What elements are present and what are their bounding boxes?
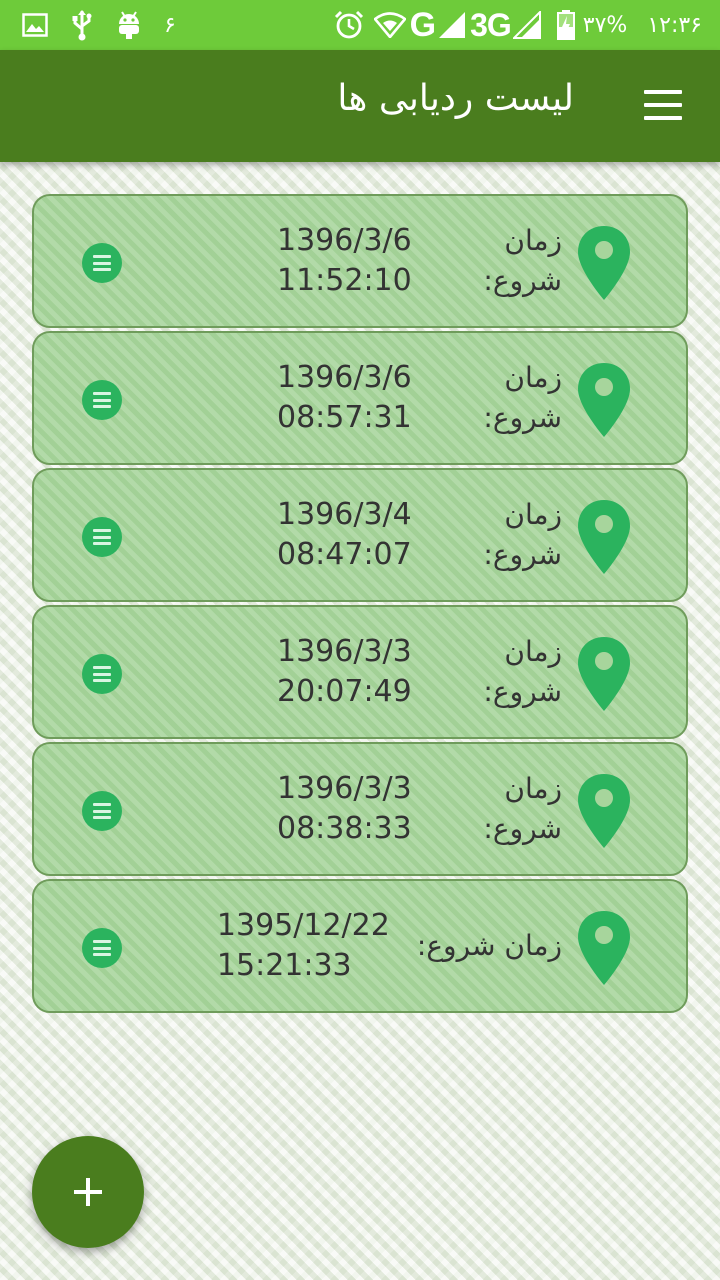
track-item[interactable]: زمان شروع: 1395/12/22 15:21:33 (32, 879, 688, 1013)
track-item[interactable]: زمان شروع: 1396/3/6 11:52:10 (32, 194, 688, 328)
page-title: لیست ردیابی ها (337, 78, 574, 119)
options-menu-icon[interactable] (82, 928, 122, 968)
options-menu-icon[interactable] (82, 791, 122, 831)
track-start-time: زمان شروع: 1396/3/6 08:57:31 (142, 333, 562, 463)
signal-icon-1 (438, 11, 466, 39)
track-start-time: زمان شروع: 1395/12/22 15:21:33 (142, 881, 562, 1011)
track-start-time: زمان شروع: 1396/3/3 08:38:33 (142, 744, 562, 874)
gallery-notification-icon (22, 13, 48, 37)
start-time-value: 1396/3/3 20:07:49 (276, 634, 412, 709)
options-menu-icon[interactable] (82, 654, 122, 694)
track-item[interactable]: زمان شروع: 1396/3/6 08:57:31 (32, 331, 688, 465)
status-left-icons: ۶ (22, 9, 176, 41)
android-debug-icon (116, 10, 142, 40)
status-right-icons: G 3G ۳۷% ۱۲:۳۶ (324, 6, 702, 45)
start-time-label: زمان شروع: (483, 361, 562, 434)
options-menu-icon[interactable] (82, 380, 122, 420)
app-bar: لیست ردیابی ها (0, 50, 720, 162)
start-time-value: 1396/3/6 11:52:10 (276, 223, 412, 298)
battery-percent: ۳۷% (582, 12, 628, 38)
track-list: زمان شروع: 1396/3/6 11:52:10 زمان شروع: … (32, 194, 688, 1016)
add-track-button[interactable] (32, 1136, 144, 1248)
options-menu-icon[interactable] (82, 517, 122, 557)
options-menu-icon[interactable] (82, 243, 122, 283)
track-start-time: زمان شروع: 1396/3/3 20:07:49 (142, 607, 562, 737)
start-time-value: 1396/3/6 08:57:31 (276, 360, 412, 435)
wifi-icon (373, 12, 406, 38)
network-3g-label: 3G (470, 6, 512, 43)
location-pin-icon (578, 226, 630, 300)
clock: ۱۲:۳۶ (647, 12, 702, 38)
start-time-value: 1396/3/4 08:47:07 (276, 497, 412, 572)
status-bar: ۶ G 3G ۳۷% ۱۲:۳۶ (0, 0, 720, 50)
location-pin-icon (578, 911, 630, 985)
signal-icon-2 (512, 11, 541, 39)
start-time-label: زمان شروع: (483, 635, 562, 708)
start-time-value: 1396/3/3 08:38:33 (276, 771, 412, 846)
start-time-label: زمان شروع: (483, 224, 562, 297)
notification-count: ۶ (164, 12, 176, 38)
start-time-value: 1395/12/22 15:21:33 (216, 908, 390, 983)
location-pin-icon (578, 363, 630, 437)
network-g-label: G (409, 5, 437, 44)
location-pin-icon (578, 774, 630, 848)
track-start-time: زمان شروع: 1396/3/4 08:47:07 (142, 470, 562, 600)
start-time-label: زمان شروع: (483, 772, 562, 845)
usb-icon (70, 9, 94, 41)
start-time-label: زمان شروع: (416, 929, 562, 962)
location-pin-icon (578, 637, 630, 711)
track-item[interactable]: زمان شروع: 1396/3/3 20:07:49 (32, 605, 688, 739)
track-item[interactable]: زمان شروع: 1396/3/4 08:47:07 (32, 468, 688, 602)
location-pin-icon (578, 500, 630, 574)
track-item[interactable]: زمان شروع: 1396/3/3 08:38:33 (32, 742, 688, 876)
track-start-time: زمان شروع: 1396/3/6 11:52:10 (142, 196, 562, 326)
alarm-icon (334, 10, 364, 40)
battery-charging-icon (556, 10, 575, 40)
hamburger-menu-icon[interactable] (644, 90, 682, 120)
start-time-label: زمان شروع: (483, 498, 562, 571)
